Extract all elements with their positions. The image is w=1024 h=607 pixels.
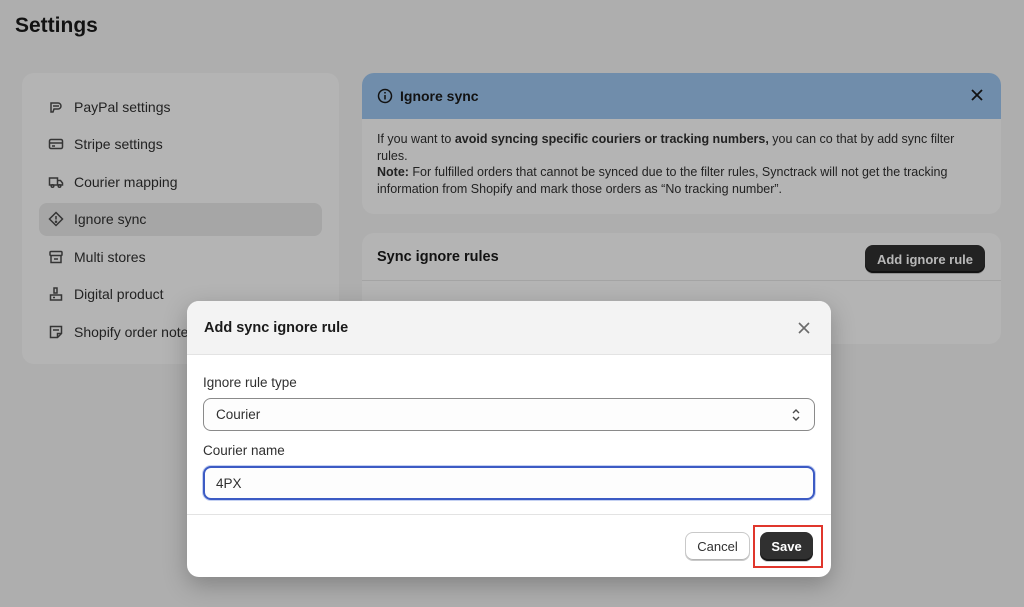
courier-name-input[interactable] <box>203 466 815 500</box>
modal-header: Add sync ignore rule <box>187 301 831 355</box>
select-arrows-icon <box>792 409 800 421</box>
add-sync-ignore-rule-modal: Add sync ignore rule Ignore rule type Co… <box>187 301 831 577</box>
rule-type-label: Ignore rule type <box>203 375 297 390</box>
modal-footer: Cancel Save <box>187 515 831 577</box>
modal-body: Ignore rule type Courier Courier name <box>187 355 831 515</box>
modal-title: Add sync ignore rule <box>204 319 349 336</box>
courier-name-label: Courier name <box>203 443 285 458</box>
save-highlight-box <box>753 525 823 568</box>
close-icon[interactable] <box>796 320 812 336</box>
rule-type-value: Courier <box>216 407 261 422</box>
rule-type-select[interactable]: Courier <box>203 398 815 431</box>
cancel-button[interactable]: Cancel <box>685 532 750 561</box>
